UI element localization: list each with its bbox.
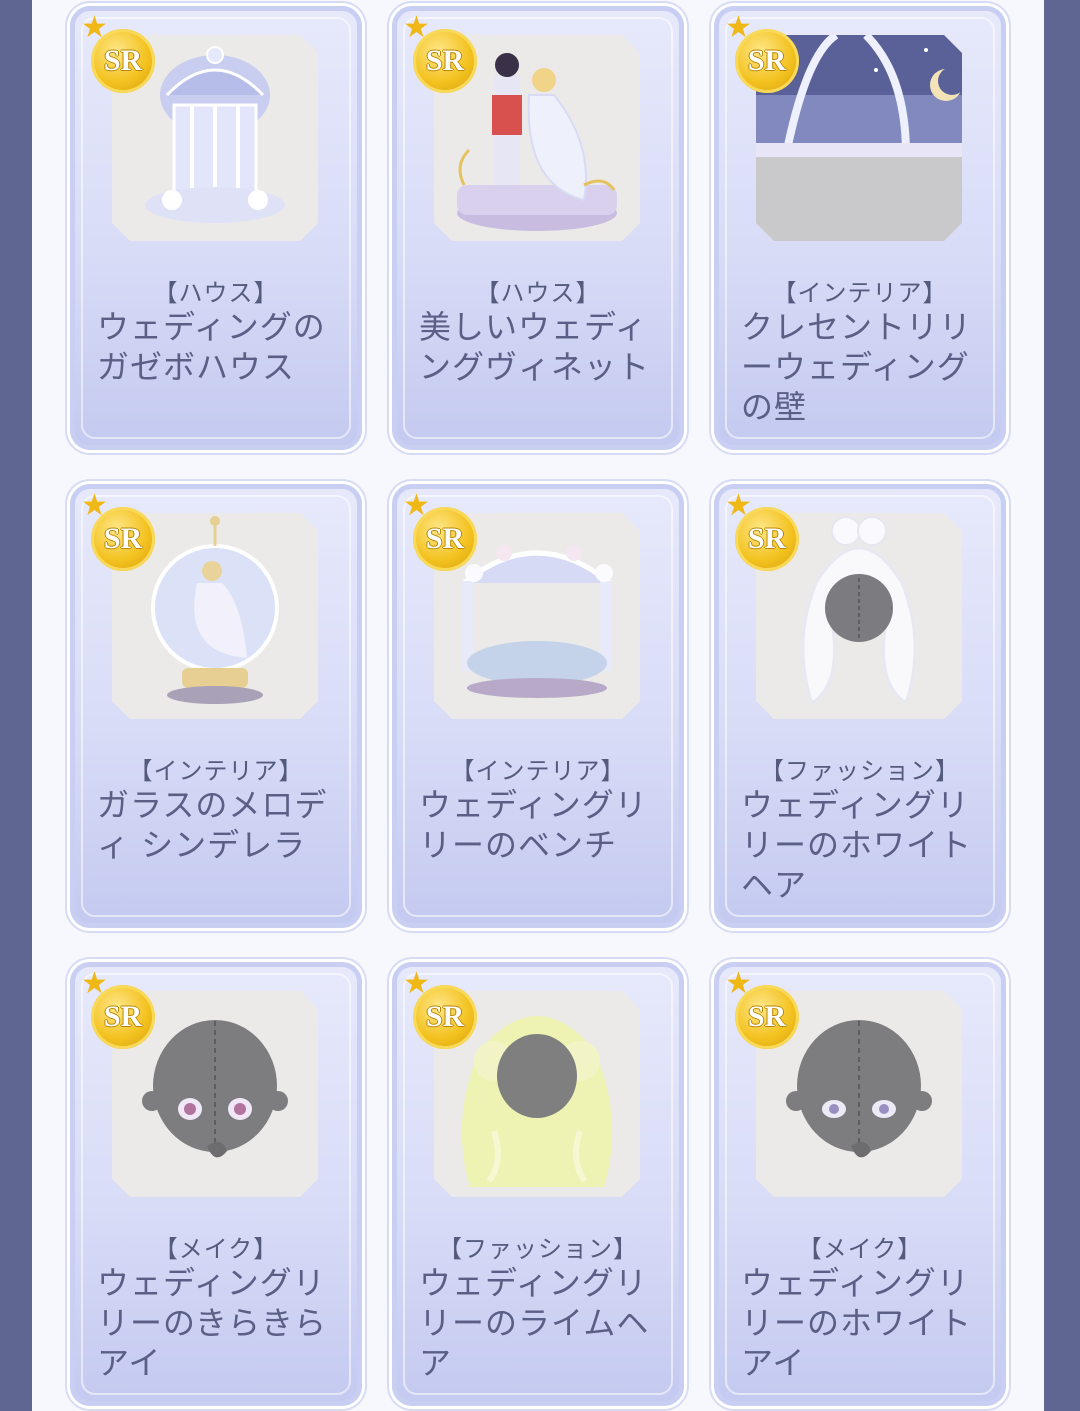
item-category: 【ファッション】 <box>438 1235 638 1263</box>
item-card[interactable]: ★ SR 【インテリア】 クレセントリリーウェディングの壁 <box>714 6 1006 450</box>
item-name: ウェディングリリーのホワイトヘア <box>741 786 973 904</box>
item-category: 【メイク】 <box>153 1235 279 1263</box>
sr-badge: ★ SR <box>403 969 479 1049</box>
item-name: ウェディングリリーのライムヘア <box>419 1264 650 1382</box>
item-category: 【インテリア】 <box>772 279 948 307</box>
item-category: 【ハウス】 <box>153 279 279 307</box>
item-category: 【インテリア】 <box>128 757 304 785</box>
item-card[interactable]: ★ SR 【ファッション】 ウェディングリリーのホワイトヘア <box>714 484 1006 928</box>
sr-badge: ★ SR <box>403 13 479 93</box>
item-category: 【ハウス】 <box>475 279 601 307</box>
item-grid: ★ SR 【ハウス】 ウェディングのガゼボハウス ★ SR 【ハウス】 美しいウ… <box>70 0 1010 1406</box>
item-card[interactable]: ★ SR 【インテリア】 ガラスのメロディ シンデレラ <box>70 484 362 928</box>
item-name: ウェディングリリーのきらきらアイ <box>97 1264 328 1382</box>
item-card[interactable]: ★ SR 【メイク】 ウェディングリリーのきらきらアイ <box>70 962 362 1406</box>
item-name: ウェディングリリーのベンチ <box>419 786 648 864</box>
sr-badge: ★ SR <box>81 13 157 93</box>
item-card[interactable]: ★ SR 【ハウス】 美しいウェディングヴィネット <box>392 6 684 450</box>
item-category: 【ファッション】 <box>760 757 960 785</box>
item-name: ガラスのメロディ シンデレラ <box>97 786 328 864</box>
item-card[interactable]: ★ SR 【メイク】 ウェディングリリーのホワイトアイ <box>714 962 1006 1406</box>
item-name: ウェディングリリーのホワイトアイ <box>741 1264 973 1382</box>
sr-badge: ★ SR <box>81 491 157 571</box>
item-name: ウェディングのガゼボハウス <box>97 308 326 386</box>
sr-badge: ★ SR <box>725 491 801 571</box>
item-name: クレセントリリーウェディングの壁 <box>741 308 973 426</box>
sr-badge: ★ SR <box>403 491 479 571</box>
item-card[interactable]: ★ SR 【インテリア】 ウェディングリリーのベンチ <box>392 484 684 928</box>
sr-badge: ★ SR <box>81 969 157 1049</box>
page-panel: ★ SR 【ハウス】 ウェディングのガゼボハウス ★ SR 【ハウス】 美しいウ… <box>32 0 1044 1411</box>
item-category: 【インテリア】 <box>450 757 626 785</box>
sr-badge: ★ SR <box>725 13 801 93</box>
item-card[interactable]: ★ SR 【ファッション】 ウェディングリリーのライムヘア <box>392 962 684 1406</box>
item-card[interactable]: ★ SR 【ハウス】 ウェディングのガゼボハウス <box>70 6 362 450</box>
item-category: 【メイク】 <box>797 1235 923 1263</box>
sr-badge: ★ SR <box>725 969 801 1049</box>
item-name: 美しいウェディングヴィネット <box>419 308 651 386</box>
